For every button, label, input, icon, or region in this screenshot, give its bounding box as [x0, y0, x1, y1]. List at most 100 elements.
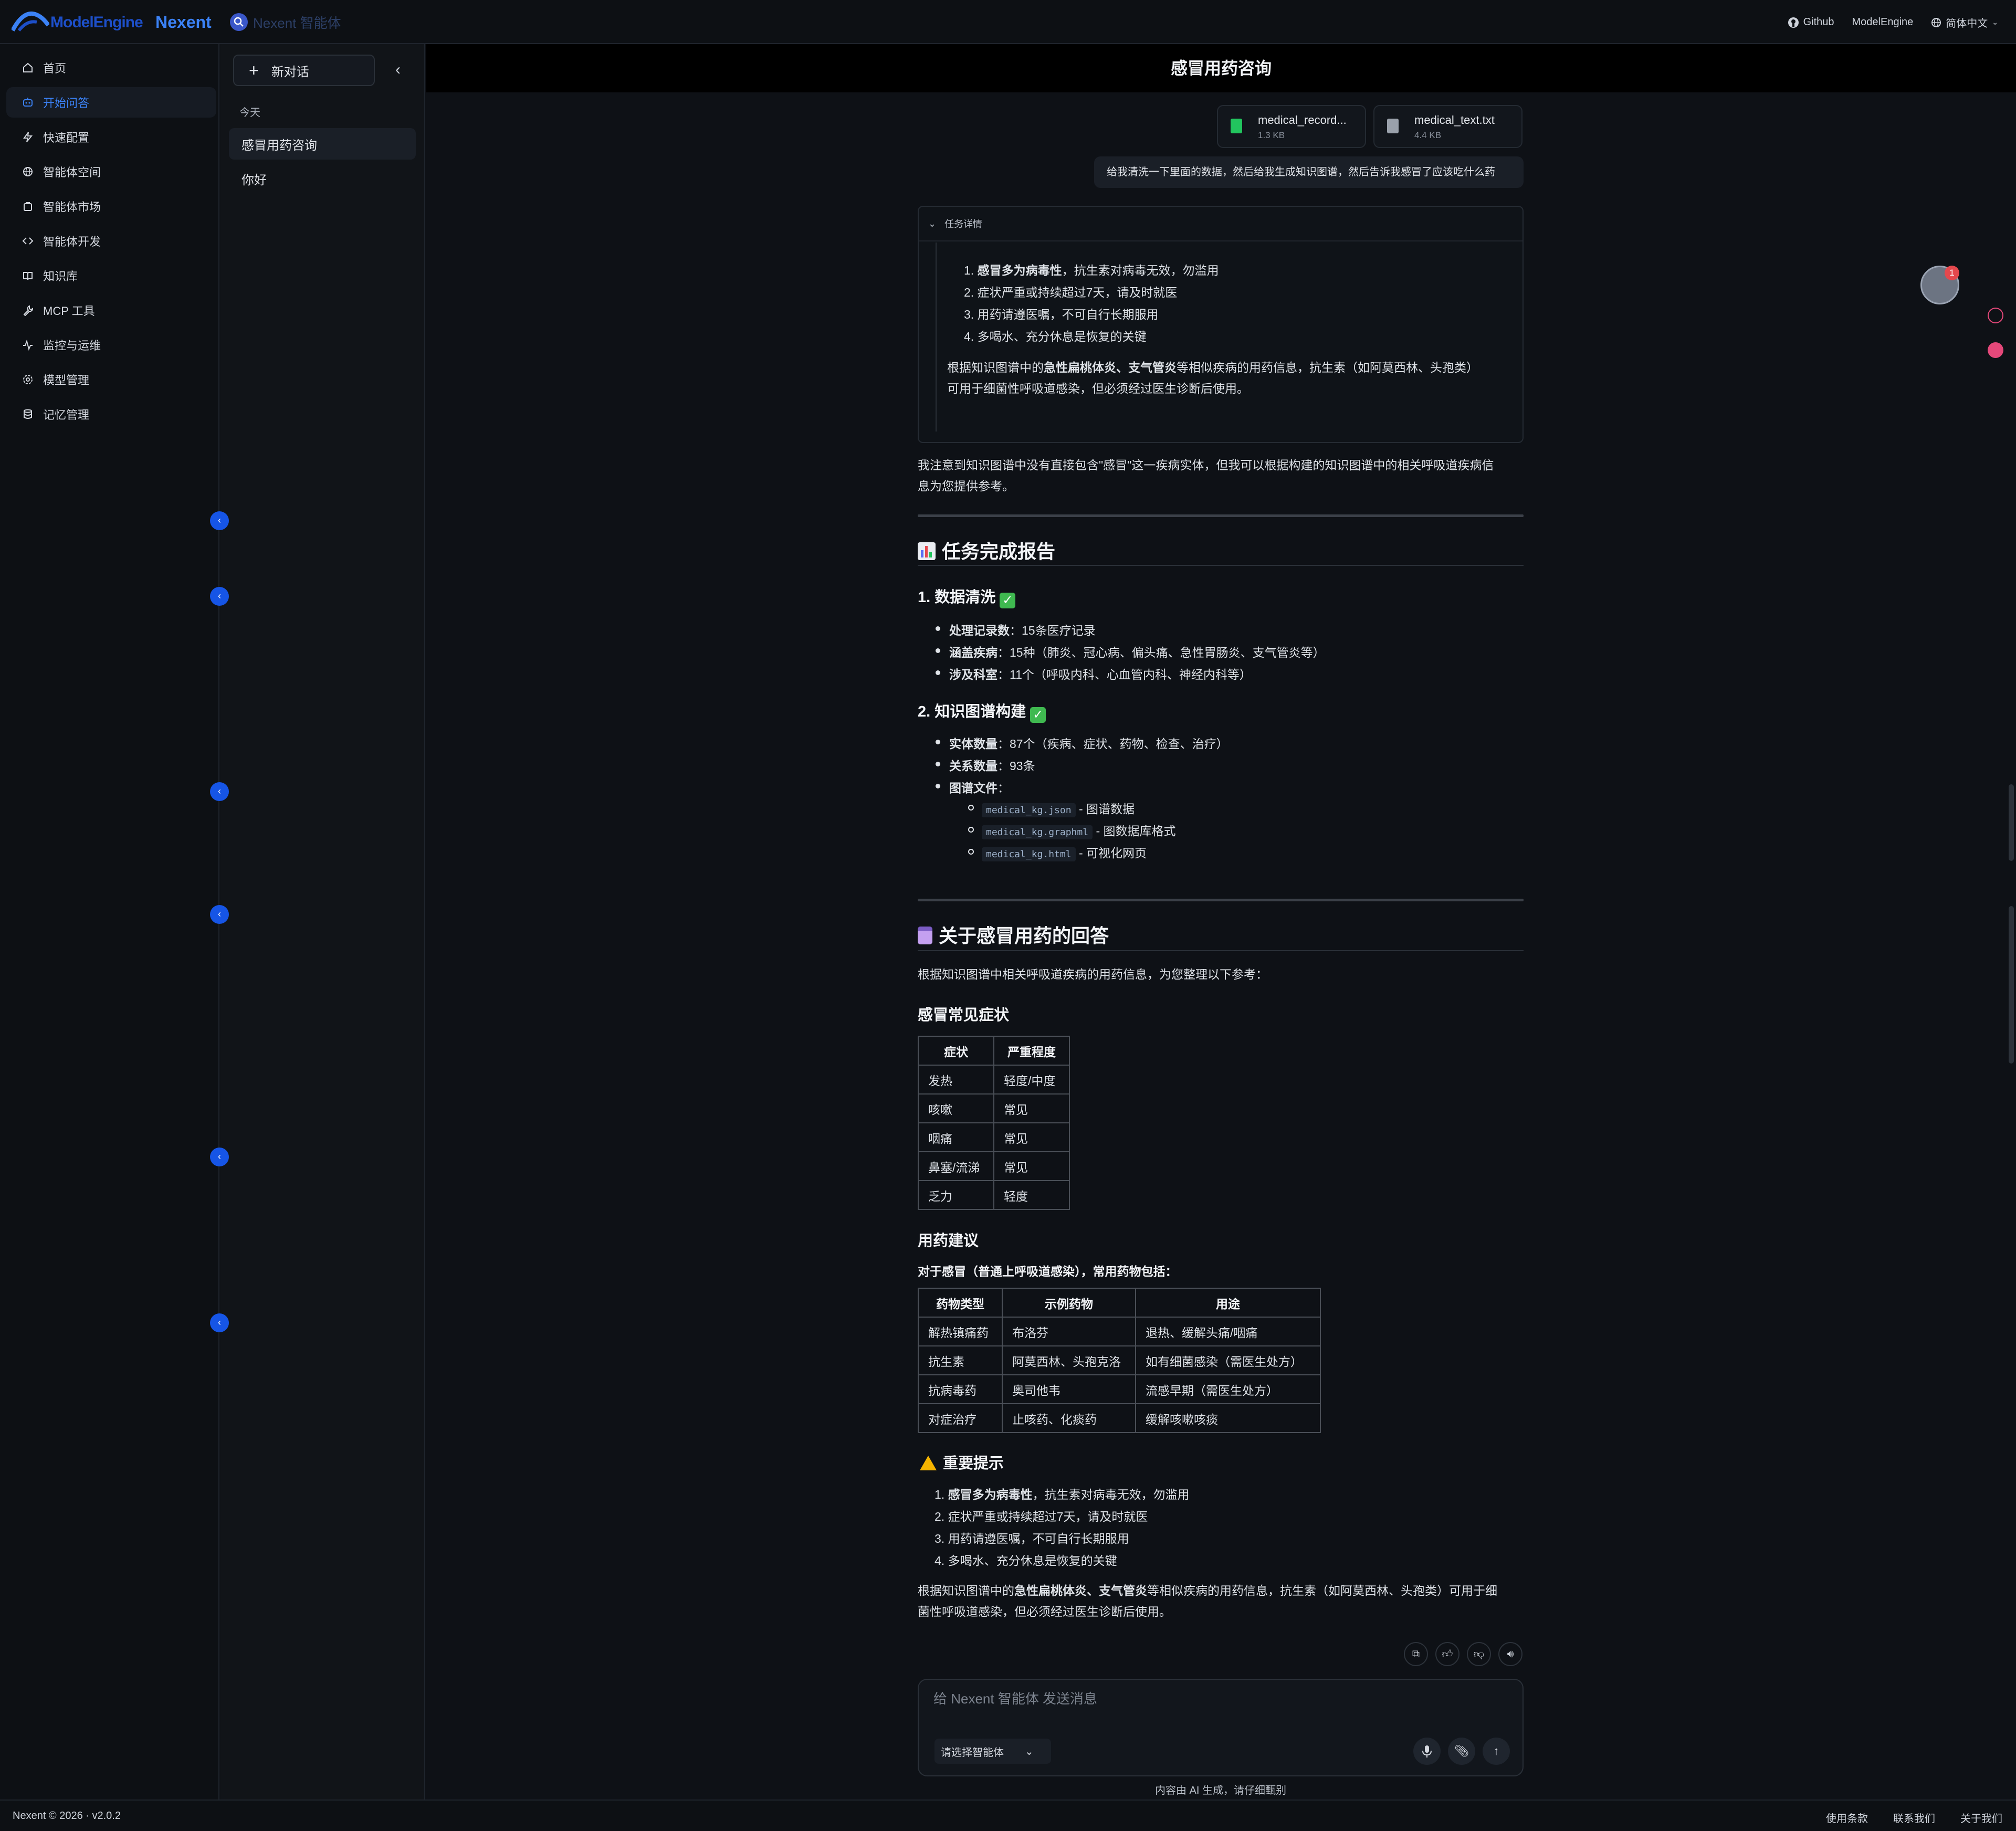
nav-item-agent-market[interactable]: 智能体市场 [6, 191, 216, 222]
edge-collapse-tab[interactable]: ‹ [210, 905, 229, 924]
chevron-down-icon: ⌄ [1992, 18, 1998, 26]
terms-link[interactable]: 使用条款 [1826, 1810, 1868, 1825]
attachment-card[interactable]: medical_text.txt 4.4 KB [1373, 105, 1522, 148]
chevron-down-icon: ⌄ [1025, 1745, 1034, 1758]
read-aloud-button[interactable]: 🔊︎ [1498, 1642, 1522, 1666]
nav-item-knowledge-base[interactable]: 知识库 [6, 260, 216, 291]
divider [918, 514, 1524, 517]
edge-collapse-tab[interactable]: ‹ [210, 782, 229, 801]
scrollbar[interactable] [2009, 906, 2014, 1064]
symptoms-title: 感冒常见症状 [918, 1007, 1010, 1024]
language-select[interactable]: 简体中文 ⌄ [1931, 15, 1998, 30]
ai-disclaimer: 内容由 AI 生成，请仔细甄别 [1154, 1785, 1286, 1796]
heading-underline [918, 950, 1524, 951]
voice-input-button[interactable] [1413, 1738, 1441, 1765]
copy-button[interactable]: ⧉ [1404, 1642, 1428, 1666]
task-list-item: 3. 用药请遵医嘱，不可自行长期服用 [964, 308, 1159, 321]
table-row: 咳嗽 常见 [918, 1093, 1070, 1123]
edge-collapse-tab[interactable]: ‹ [210, 511, 229, 530]
final-paragraph: 根据知识图谱中的急性扁桃体炎、支气管炎等相似疾病的用药信息，抗生素（如阿莫西林、… [918, 1584, 1497, 1618]
task-details-toggle[interactable]: ⌄ 任务详情 [919, 207, 1522, 241]
microphone-icon [1422, 1745, 1432, 1758]
assistant-note: 我注意到知识图谱中没有直接包含"感冒"这一疾病实体，但我可以根据构建的知识图谱中… [918, 458, 1494, 493]
footer: Nexent © 2026 · v2.0.2 使用条款 联系我们 关于我们 [0, 1800, 2016, 1831]
nav-item-monitoring[interactable]: 监控与运维 [6, 330, 216, 360]
nav-item-mcp-tools[interactable]: MCP 工具 [6, 295, 216, 325]
github-icon [1788, 17, 1799, 28]
attachment-card[interactable]: medical_record... 1.3 KB [1217, 105, 1366, 148]
book-icon [22, 270, 34, 281]
nav-item-memory-management[interactable]: 记忆管理 [6, 399, 216, 429]
table-row: 抗病毒药 奥司他韦 流感早期（需医生处方） [918, 1374, 1321, 1404]
warning-item: 2. 症状严重或持续超过7天，请及时就医 [934, 1510, 1148, 1523]
warning-title: 重要提示 [920, 1451, 1004, 1473]
nav-item-agent-space[interactable]: 智能体空间 [6, 156, 216, 187]
table-row: 对症治疗 止咳药、化痰药 缓解咳嗽咳痰 [918, 1403, 1321, 1433]
chat-bot-icon [22, 97, 34, 108]
github-link[interactable]: Github [1788, 16, 1834, 28]
agent-select[interactable]: 请选择智能体 ⌄ [934, 1739, 1051, 1764]
database-icon [22, 408, 34, 420]
table-row: 发热 轻度/中度 [918, 1065, 1070, 1095]
about-link[interactable]: 关于我们 [1960, 1810, 2002, 1825]
table-row: 鼻塞/流涕 常见 [918, 1151, 1070, 1181]
warning-item: 4. 多喝水、充分休息是恢复的关键 [934, 1554, 1117, 1567]
dislike-button[interactable]: 👎︎ [1467, 1642, 1491, 1666]
send-button[interactable]: ↑ [1483, 1738, 1510, 1765]
plus-icon: + [249, 61, 259, 80]
text-file-icon [1387, 119, 1399, 133]
table-header: 示例药物 [1002, 1288, 1136, 1318]
edge-collapse-tab[interactable]: ‹ [210, 587, 229, 606]
pill-bottle-icon [918, 927, 932, 944]
translate-icon[interactable] [1988, 342, 2003, 358]
edge-collapse-tab[interactable]: ‹ [210, 1148, 229, 1166]
chat-title: 感冒用药咨询 [426, 44, 2016, 92]
left-nav: 首页 开始问答 快速配置 智能体空间 智能体市场 智能体开发 知识库 MCP 工… [0, 44, 219, 1800]
apps-icon[interactable] [1988, 308, 2003, 323]
chevron-down-icon: ⌄ [928, 218, 937, 229]
scrollbar[interactable] [2009, 784, 2014, 861]
new-chat-button[interactable]: + 新对话 [233, 55, 375, 86]
collapse-panel-button[interactable]: ‹ [388, 61, 407, 80]
warning-item: 1. 感冒多为病毒性，抗生素对病毒无效，勿滥用 [934, 1488, 1190, 1501]
code-icon [22, 235, 34, 247]
table-header: 药物类型 [918, 1288, 1003, 1318]
nav-item-home[interactable]: 首页 [6, 52, 216, 83]
table-row: 解热镇痛药 布洛芬 退热、缓解头痛/咽痛 [918, 1317, 1321, 1346]
conversation-group-label: 今天 [239, 107, 260, 119]
contact-link[interactable]: 联系我们 [1893, 1810, 1935, 1825]
modelengine-link[interactable]: ModelEngine [1852, 16, 1914, 28]
excel-file-icon [1231, 119, 1242, 133]
report-item: 涵盖疾病：15种（肺炎、冠心病、偏头痛、急性胃肠炎、支气管炎等） [936, 643, 1325, 660]
logo-icon [12, 11, 49, 31]
message-actions: ⧉ 👍︎ 👎︎ 🔊︎ [1404, 1642, 1522, 1666]
conversation-item[interactable]: 你好 [229, 163, 416, 194]
wrench-icon [22, 304, 34, 317]
copyright: Nexent © 2026 · v2.0.2 [13, 1810, 121, 1822]
globe-icon [1931, 17, 1941, 27]
edge-collapse-tab[interactable]: ‹ [210, 1313, 229, 1332]
top-links: Github ModelEngine 简体中文 ⌄ [1788, 15, 1998, 30]
copy-icon: ⧉ [1412, 1648, 1420, 1660]
table-row: 抗生素 阿莫西林、头孢克洛 如有细菌感染（需医生处方） [918, 1345, 1321, 1375]
thumbs-down-icon: 👎︎ [1473, 1648, 1485, 1660]
table-header: 用途 [1135, 1288, 1321, 1318]
search-agent-icon [230, 13, 248, 31]
store-icon [22, 201, 34, 212]
attach-button[interactable]: 📎︎ [1448, 1738, 1475, 1765]
report-section-title: 1. 数据清洗 ✓ [918, 585, 1016, 608]
answer-heading: 关于感冒用药的回答 [918, 921, 1109, 948]
task-list-item: 2. 症状严重或持续超过7天，请及时就医 [964, 286, 1178, 299]
nav-item-quick-config[interactable]: 快速配置 [6, 122, 216, 152]
like-button[interactable]: 👍︎ [1435, 1642, 1460, 1666]
report-item: 关系数量：93条 [936, 756, 1035, 774]
conversation-item[interactable]: 感冒用药咨询 [229, 128, 416, 160]
arrow-up-icon: ↑ [1493, 1744, 1499, 1758]
graph-file-item: medical_kg.json - 图谱数据 [968, 799, 1135, 817]
nav-item-start-chat[interactable]: 开始问答 [6, 87, 216, 118]
nav-item-agent-dev[interactable]: 智能体开发 [6, 226, 216, 256]
message-input[interactable]: 给 Nexent 智能体 发送消息 [933, 1688, 1097, 1708]
brand-name[interactable]: Nexent [155, 13, 212, 32]
nav-item-model-management[interactable]: 模型管理 [6, 364, 216, 395]
globe-icon [22, 166, 34, 177]
